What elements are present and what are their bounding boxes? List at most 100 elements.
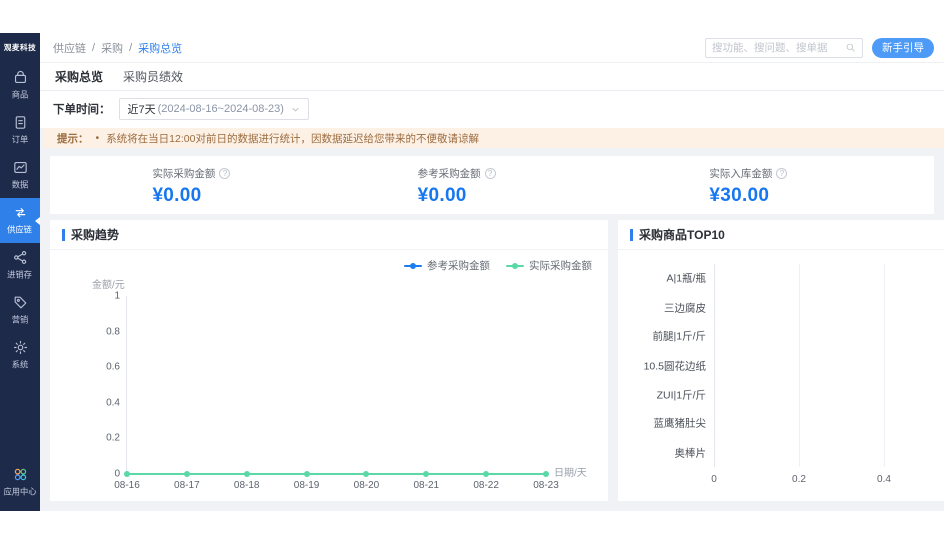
sidebar-item-products[interactable]: 商品 <box>0 63 40 108</box>
sidebar-item-label: 商品 <box>11 90 29 100</box>
title-accent-bar <box>630 228 633 241</box>
breadcrumb: 供应链 / 采购 / 采购总览 <box>53 40 182 56</box>
main-area: 供应链 / 采购 / 采购总览 新手引导 采购总览 采购员绩效 <box>40 33 944 511</box>
brand-logo: 观麦科技 <box>3 43 37 52</box>
y-tick: 0.8 <box>106 326 120 338</box>
sidebar-item-label: 订单 <box>11 135 29 145</box>
sidebar-item-supply-chain[interactable]: 供应链 <box>0 198 40 243</box>
search-icon[interactable] <box>845 42 856 53</box>
date-range-preset: 近7天 <box>127 104 156 116</box>
x-tick: 0.2 <box>792 474 806 485</box>
x-tick: 08-17 <box>174 480 200 491</box>
order-file-icon <box>15 116 25 129</box>
breadcrumb-purchase[interactable]: 采购 <box>101 40 123 56</box>
x-tick: 08-19 <box>293 480 320 491</box>
gridline <box>799 264 800 467</box>
sidebar-item-orders[interactable]: 订单 <box>0 108 40 153</box>
stat-value: ¥0.00 <box>152 185 202 206</box>
summary-stats-panel: 实际采购金额 ? ¥0.00 参考采购金额 ? ¥0.00 实际入库金额 ? ¥… <box>50 156 934 214</box>
top10-chart-title: 采购商品TOP10 <box>639 228 725 242</box>
y-tick: 0.6 <box>106 361 120 373</box>
line-chart-icon <box>13 161 27 174</box>
sidebar-item-label: 数据 <box>11 180 29 190</box>
sidebar-item-system[interactable]: 系统 <box>0 333 40 378</box>
tabs-bar: 采购总览 采购员绩效 <box>40 63 944 91</box>
y-tick: 0.4 <box>106 397 120 409</box>
top10-plot: A|1瓶/瓶 三边腐皮 前腿|1斤/斤 10.5圆花边纸 ZUI|1斤/斤 蓝鹰… <box>618 264 944 485</box>
data-point <box>243 471 250 477</box>
top-bar: 供应链 / 采购 / 采购总览 新手引导 <box>40 33 944 63</box>
sidebar-item-data[interactable]: 数据 <box>0 153 40 198</box>
legend-marker-green <box>506 262 524 270</box>
app-center-icon <box>14 468 26 481</box>
gridline <box>714 264 715 467</box>
stat-value: ¥30.00 <box>709 185 770 206</box>
help-icon[interactable]: ? <box>776 168 788 179</box>
notice-prefix: 提示： <box>57 132 89 145</box>
legend-reference-amount[interactable]: 参考采购金额 <box>404 258 490 273</box>
x-tick: 08-23 <box>533 480 559 491</box>
tab-buyer-performance[interactable]: 采购员绩效 <box>123 68 183 85</box>
x-axis-unit: 日期/天 <box>554 468 587 479</box>
help-icon[interactable]: ? <box>219 168 231 179</box>
breadcrumb-separator: / <box>129 41 133 54</box>
x-tick: 08-21 <box>413 480 440 491</box>
sidebar-item-label: 应用中心 <box>3 487 37 497</box>
date-range-value: (2024-08-16~2024-08-23) <box>157 103 284 115</box>
help-icon[interactable]: ? <box>484 168 496 179</box>
breadcrumb-separator: / <box>92 41 96 54</box>
beginner-guide-button[interactable]: 新手引导 <box>872 37 934 58</box>
breadcrumb-current-page: 采购总览 <box>138 42 183 55</box>
sidebar-item-app-center[interactable]: 应用中心 <box>0 460 40 505</box>
filter-bar: 下单时间： 近7天 (2024-08-16~2024-08-23) <box>40 91 944 128</box>
trend-legend: 参考采购金额 实际采购金额 <box>404 258 592 273</box>
exchange-arrows-icon <box>15 208 25 218</box>
trend-plot: 金额/元 1 0.8 0.6 0.4 0.2 0 08-16 08-17 08-… <box>64 280 594 492</box>
data-point <box>363 471 370 477</box>
charts-row: 采购趋势 参考采购金额 实际采购金额 金额/元 1 0.8 0.6 0.4 0.… <box>50 220 944 501</box>
sidebar-item-inventory[interactable]: 进销存 <box>0 243 40 288</box>
data-point <box>183 471 190 477</box>
trend-chart-title: 采购趋势 <box>71 228 120 242</box>
date-range-select[interactable]: 近7天 (2024-08-16~2024-08-23) <box>118 98 309 120</box>
stat-value: ¥0.00 <box>417 185 467 206</box>
stat-actual-purchase-amount: 实际采购金额 ? ¥0.00 <box>152 166 231 207</box>
category-label: 三边腐皮 <box>664 302 706 314</box>
chevron-down-icon <box>292 107 299 111</box>
data-point <box>423 471 430 477</box>
stat-reference-purchase-amount: 参考采购金额 ? ¥0.00 <box>418 166 496 207</box>
stat-actual-inbound-amount: 实际入库金额 ? ¥30.00 <box>709 166 788 207</box>
sidebar-item-label: 系统 <box>11 360 29 370</box>
stat-label: 实际入库金额 <box>709 168 773 180</box>
x-tick: 08-22 <box>473 480 499 491</box>
sidebar-item-marketing[interactable]: 营销 <box>0 288 40 333</box>
share-nodes-icon <box>13 251 26 264</box>
category-label: 10.5圆花边纸 <box>643 360 706 372</box>
title-accent-bar <box>62 228 65 241</box>
y-tick: 0 <box>114 468 120 480</box>
app-window: 观麦科技 商品 订单 数据 供应链 进销存 营销 系统 应用中心 供应链 / 采… <box>0 33 944 511</box>
global-search[interactable] <box>705 37 863 58</box>
top10-products-panel: 采购商品TOP10 A|1瓶/瓶 三边腐皮 前腿|1斤/斤 10.5圆花边纸 Z… <box>618 220 944 501</box>
gridline <box>884 264 885 467</box>
x-tick: 08-20 <box>353 480 380 491</box>
trend-plot-area: 1 0.8 0.6 0.4 0.2 0 08-16 08-17 08-18 08… <box>106 291 587 492</box>
x-tick: 0 <box>711 474 717 485</box>
sidebar: 观麦科技 商品 订单 数据 供应链 进销存 营销 系统 应用中心 <box>0 33 40 511</box>
category-label: 蓝鹰猪肚尖 <box>653 417 707 430</box>
breadcrumb-supply-chain[interactable]: 供应链 <box>53 40 86 56</box>
x-tick: 0.4 <box>877 474 891 485</box>
search-input[interactable] <box>712 41 845 54</box>
price-tag-icon <box>14 296 26 309</box>
gear-icon <box>13 340 27 355</box>
x-tick: 08-18 <box>233 480 260 491</box>
stat-label: 实际采购金额 <box>152 168 216 180</box>
tab-purchase-overview[interactable]: 采购总览 <box>55 68 103 85</box>
y-axis-unit: 金额/元 <box>92 280 125 291</box>
y-tick: 0.2 <box>106 432 120 444</box>
legend-actual-amount[interactable]: 实际采购金额 <box>506 258 592 273</box>
category-label: A|1瓶/瓶 <box>666 272 707 285</box>
shopping-bag-icon <box>14 70 26 84</box>
notice-text: 系统将在当日12:00对前日的数据进行统计，因数据延迟给您带来的不便敬请谅解 <box>106 132 479 145</box>
order-time-label: 下单时间： <box>53 104 111 116</box>
